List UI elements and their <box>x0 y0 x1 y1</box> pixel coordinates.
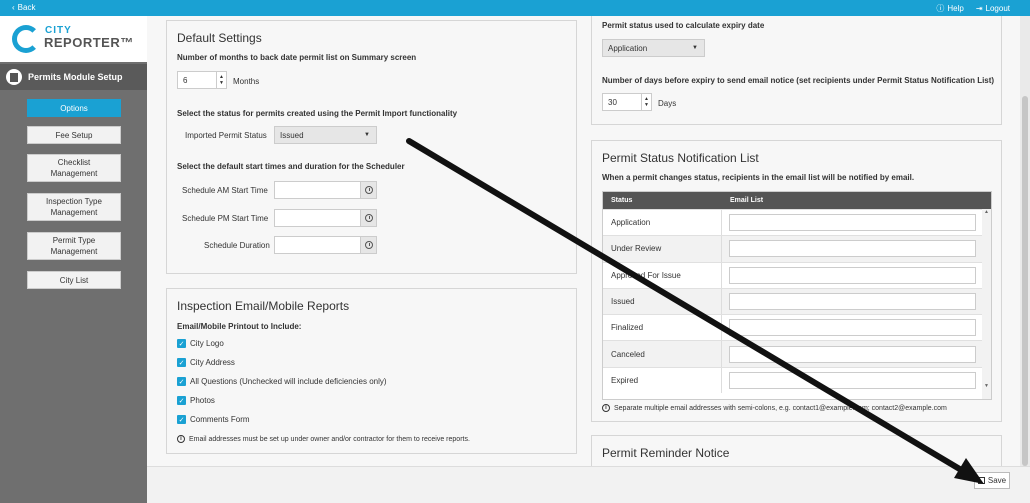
reminder-title: Permit Reminder Notice <box>602 446 730 460</box>
module-title: Permits Module Setup <box>0 64 147 90</box>
expiry-settings-panel: Permit status used to calculate expiry d… <box>591 16 1002 125</box>
scrollbar-thumb[interactable] <box>1022 96 1028 466</box>
table-row: Issued <box>603 287 991 315</box>
inspection-email-title: Inspection Email/Mobile Reports <box>177 299 350 313</box>
separator-info-note: i Separate multiple email addresses with… <box>602 404 947 412</box>
email-list-input[interactable] <box>729 371 976 389</box>
table-row: Application <box>603 209 991 236</box>
table-row: Finalized <box>603 314 991 341</box>
save-button[interactable]: Save <box>974 472 1010 489</box>
email-list-input[interactable] <box>729 319 976 337</box>
checkbox-checked-icon[interactable]: ✓ <box>177 339 186 348</box>
checkbox-checked-icon[interactable]: ✓ <box>177 415 186 424</box>
email-list-input[interactable] <box>729 214 976 232</box>
reminder-panel: Permit Reminder Notice <box>591 435 1002 466</box>
email-list-input[interactable] <box>729 240 976 258</box>
table-row: Canceled <box>603 340 991 367</box>
sidebar-item-city-list[interactable]: City List <box>27 271 121 289</box>
checkbox-checked-icon[interactable]: ✓ <box>177 396 186 405</box>
clock-icon[interactable] <box>360 182 376 198</box>
chevron-left-icon: ‹ <box>12 3 15 12</box>
help-link[interactable]: ⓘ Help <box>936 3 963 14</box>
stepper-arrows-icon[interactable]: ▲ ▼ <box>216 72 226 88</box>
sidebar: CITY REPORTER™ Permits Module Setup Opti… <box>0 16 147 503</box>
building-icon <box>6 69 22 85</box>
sidebar-item-options[interactable]: Options <box>27 99 121 117</box>
expiry-status-select[interactable]: Application ▼ <box>602 39 705 57</box>
table-header: Status Email List <box>603 192 991 209</box>
clock-icon[interactable] <box>360 210 376 226</box>
checkbox-all-questions[interactable]: ✓ All Questions (Unchecked will include … <box>177 377 387 386</box>
checkbox-photos[interactable]: ✓ Photos <box>177 396 215 405</box>
table-row: Expired <box>603 366 991 394</box>
checkbox-checked-icon[interactable]: ✓ <box>177 358 186 367</box>
sidebar-item-permit-type-management[interactable]: Permit Type Management <box>27 232 121 260</box>
table-row: Under Review <box>603 235 991 262</box>
table-row: Approved For Issue <box>603 261 991 288</box>
table-scrollbar[interactable]: ▲ ▼ <box>982 209 991 399</box>
email-list-input[interactable] <box>729 266 976 284</box>
logout-link[interactable]: ⇥ Logout <box>976 3 1010 14</box>
email-list-input[interactable] <box>729 345 976 363</box>
imported-status-select[interactable]: Issued ▼ <box>274 126 377 144</box>
logout-icon: ⇥ <box>975 4 983 13</box>
main-content: Default Settings Number of months to bac… <box>147 16 1020 466</box>
months-stepper[interactable]: 6 ▲ ▼ <box>177 71 227 89</box>
checkbox-checked-icon[interactable]: ✓ <box>177 377 186 386</box>
checkbox-city-address[interactable]: ✓ City Address <box>177 358 235 367</box>
email-list-input[interactable] <box>729 293 976 311</box>
clock-icon[interactable] <box>360 237 376 253</box>
notification-table: Status Email List Application Under Revi… <box>602 191 992 400</box>
floppy-disk-icon <box>977 477 985 484</box>
pm-start-time-input[interactable] <box>274 209 377 227</box>
default-settings-panel: Default Settings Number of months to bac… <box>166 20 577 274</box>
footer-bar: Save <box>147 466 1030 503</box>
inspection-email-panel: Inspection Email/Mobile Reports Email/Mo… <box>166 288 577 454</box>
default-settings-title: Default Settings <box>177 31 262 45</box>
sidebar-item-inspection-type-management[interactable]: Inspection Type Management <box>27 193 121 221</box>
schedule-duration-input[interactable] <box>274 236 377 254</box>
checkbox-city-logo[interactable]: ✓ City Logo <box>177 339 224 348</box>
back-link[interactable]: ‹ Back <box>12 3 35 12</box>
checkbox-comments-form[interactable]: ✓ Comments Form <box>177 415 250 424</box>
sidebar-item-fee-setup[interactable]: Fee Setup <box>27 126 121 144</box>
am-start-time-input[interactable] <box>274 181 377 199</box>
info-icon: i <box>602 404 610 412</box>
logo-mark-icon <box>12 25 40 53</box>
notification-list-panel: Permit Status Notification List When a p… <box>591 140 1002 422</box>
email-info-note: i Email addresses must be set up under o… <box>177 435 470 443</box>
expiry-days-stepper[interactable]: 30 ▲ ▼ <box>602 93 652 111</box>
caret-down-icon: ▼ <box>692 45 698 51</box>
notification-list-title: Permit Status Notification List <box>602 151 759 165</box>
sidebar-item-checklist-management[interactable]: Checklist Management <box>27 154 121 182</box>
help-icon: ⓘ <box>936 4 945 13</box>
info-icon: i <box>177 435 185 443</box>
page-scrollbar[interactable] <box>1020 16 1030 466</box>
stepper-arrows-icon[interactable]: ▲ ▼ <box>641 94 651 110</box>
caret-down-icon: ▼ <box>364 132 370 138</box>
top-bar: ‹ Back ⓘ Help ⇥ Logout <box>0 0 1030 16</box>
city-reporter-logo: CITY REPORTER™ <box>0 16 147 62</box>
